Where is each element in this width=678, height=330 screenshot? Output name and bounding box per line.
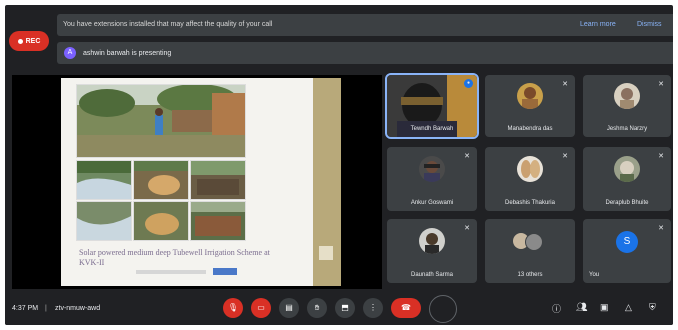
recording-badge: REC [9,31,49,51]
present-icon: ⬒ [341,303,349,312]
participant-name: Manabendra das [507,126,553,132]
field-photo-3 [190,160,246,200]
avatar [614,83,640,110]
presenting-text: ashwin barwah is presenting [83,50,172,57]
captions-button[interactable]: ▤ [279,298,299,318]
participant-tile[interactable]: ✕ Debashis Thakuria [485,147,575,211]
avatar [525,233,543,251]
mic-off-icon: ✕ [562,153,568,160]
avatar [517,83,543,110]
divider: | [45,305,47,312]
slide-caption-highlight [213,268,237,275]
end-call-icon: ☎︎ [401,303,411,312]
slide-title: Solar powered medium deep Tubewell Irrig… [79,248,270,267]
mic-off-icon: ✕ [658,225,664,232]
meeting-time: 4:37 PM [12,305,39,312]
meet-window: You have extensions installed that may a… [5,5,673,325]
meeting-code: ztv-nmuw-awd [55,305,101,312]
activities-icon[interactable]: △ [625,302,632,313]
speaking-icon: ● [464,79,473,88]
avatar [419,155,445,182]
slide-side-panel [313,78,341,286]
self-tile[interactable]: ✕ S You [583,219,671,283]
camera-off-button[interactable]: ▭ [251,298,271,318]
slide: Solar powered medium deep Tubewell Irrig… [61,78,341,286]
people-icon[interactable]: 👥︎ [576,302,587,313]
field-photo-4 [76,201,132,241]
participant-name: Daunath Sarma [410,272,454,278]
field-photo-6 [190,201,246,241]
participant-tile[interactable]: ✕ Deraplub Bhuite [583,147,671,211]
participant-name: Jeshma Narzry [606,126,648,132]
others-count: 13 others [517,272,543,278]
presenting-bar: A ashwin barwah is presenting [57,42,673,64]
info-icon[interactable]: ⓘ [552,302,561,315]
field-photo-1 [76,160,132,200]
mic-off-icon: ✕ [464,153,470,160]
raise-hand-button[interactable]: ✋︎ [307,298,327,318]
slide-panel-square [319,246,333,260]
participant-name: You [589,272,600,278]
circle-button[interactable] [429,295,457,323]
participant-name: Debashis Thakuria [505,200,555,206]
presenter-avatar: A [64,47,76,59]
participant-tile[interactable]: ● Tewndh Barwah [385,73,479,139]
mic-off-icon: ✕ [658,153,664,160]
participant-tile[interactable]: ✕ Manabendra das [485,75,575,137]
field-photo-5 [133,201,189,241]
host-controls-icon[interactable]: ⛨ [649,302,656,313]
avatar [614,155,640,182]
camera-off-icon: ▭ [257,303,265,312]
participant-name: Ankur Goswami [410,200,454,206]
learn-more-link[interactable]: Learn more [580,21,616,28]
rec-label: REC [25,37,41,45]
end-call-button[interactable]: ☎︎ [391,298,421,318]
participant-name: Tewndh Barwah [410,126,454,132]
mic-off-button[interactable]: 🎙︎ [223,298,243,318]
control-bar: 4:37 PM | ztv-nmuw-awd 🎙︎ ▭ ▤ ✋︎ ⬒ ⋮ ☎︎ … [5,290,673,325]
present-button[interactable]: ⬒ [335,298,355,318]
self-avatar: S [616,231,638,253]
captions-icon: ▤ [285,303,293,312]
field-photo-2 [133,160,189,200]
chat-icon[interactable]: ▣ [600,302,609,313]
participant-tile[interactable]: ✕ Ankur Goswami [387,147,477,211]
mic-off-icon: ✕ [658,81,664,88]
others-tile[interactable]: 13 others [485,219,575,283]
mic-off-icon: 🎙︎ [227,303,239,312]
mic-off-icon: ✕ [464,225,470,232]
mic-off-icon: ✕ [562,81,568,88]
field-photo-main [76,84,246,158]
avatar [517,155,543,182]
slide-caption-placeholder [136,270,206,274]
participant-tile[interactable]: ✕ Jeshma Narzry [583,75,671,137]
participant-tile[interactable]: ✕ Daunath Sarma [387,219,477,283]
dismiss-link[interactable]: Dismiss [637,21,662,28]
extension-warning-banner: You have extensions installed that may a… [57,14,673,36]
raise-hand-icon: ✋︎ [314,303,320,312]
presentation-stage[interactable]: Solar powered medium deep Tubewell Irrig… [12,75,382,289]
participant-name: Deraplub Bhuite [605,200,649,206]
banner-text: You have extensions installed that may a… [63,21,273,28]
more-options-icon: ⋮ [369,303,377,312]
avatar [419,227,445,254]
more-options-button[interactable]: ⋮ [363,298,383,318]
record-dot-icon [17,38,23,44]
